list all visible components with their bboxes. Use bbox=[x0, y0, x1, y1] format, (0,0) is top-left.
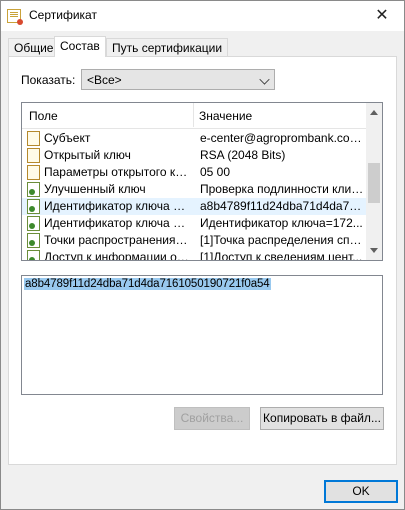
extension-field-icon bbox=[27, 250, 40, 260]
ok-button[interactable]: OK bbox=[324, 480, 398, 503]
extension-field-icon bbox=[27, 233, 40, 248]
list-row[interactable]: Доступ к информации о це... [1]Доступ к с… bbox=[22, 249, 366, 261]
list-row[interactable]: Открытый ключ RSA (2048 Bits) bbox=[22, 147, 366, 164]
row-field-value: [1]Точка распределения спи... bbox=[200, 233, 364, 247]
list-header: Поле Значение bbox=[22, 103, 366, 129]
row-field-name: Открытый ключ bbox=[44, 148, 131, 162]
list-row[interactable]: Точки распространения сп... [1]Точка расп… bbox=[22, 232, 366, 249]
certificate-field-icon bbox=[27, 165, 40, 180]
extension-field-icon bbox=[27, 199, 40, 214]
scroll-thumb[interactable] bbox=[368, 163, 380, 203]
list-row[interactable]: Параметры открытого кл... 05 00 bbox=[22, 164, 366, 181]
copy-to-file-button[interactable]: Копировать в файл... bbox=[260, 407, 384, 430]
tab-details[interactable]: Состав bbox=[54, 36, 106, 57]
row-field-name: Доступ к информации о це... bbox=[44, 250, 190, 261]
details-panel: Показать: <Все> Поле Значение Субъект e-c… bbox=[8, 56, 397, 465]
window-title: Сертификат bbox=[29, 8, 97, 22]
column-divider[interactable] bbox=[193, 103, 194, 127]
certificate-field-icon bbox=[27, 148, 40, 163]
tab-general[interactable]: Общие bbox=[8, 38, 60, 56]
close-icon[interactable]: ✕ bbox=[364, 2, 400, 30]
row-field-value: [1]Доступ к сведениям цент... bbox=[200, 250, 363, 261]
extension-field-icon bbox=[27, 216, 40, 231]
list-rows: Субъект e-center@agroprombank.com,... Откр… bbox=[22, 130, 366, 261]
fields-list[interactable]: Поле Значение Субъект e-center@agropromba… bbox=[21, 102, 383, 261]
row-field-value: Идентификатор ключа=172... bbox=[200, 216, 363, 230]
certificate-field-icon bbox=[27, 131, 40, 146]
field-value-text[interactable]: a8b4789f11d24dba71d4da7161050190721f0a54 bbox=[24, 278, 271, 290]
list-row[interactable]: Идентификатор ключа су... a8b4789f11d24db… bbox=[22, 198, 366, 215]
list-row[interactable]: Идентификатор ключа це... Идентификатор к… bbox=[22, 215, 366, 232]
column-header-field[interactable]: Поле bbox=[29, 109, 58, 123]
field-value-box[interactable]: a8b4789f11d24dba71d4da7161050190721f0a54 bbox=[21, 275, 383, 395]
scroll-up-icon[interactable] bbox=[370, 110, 378, 115]
extension-field-icon bbox=[27, 182, 40, 197]
row-field-value: Проверка подлинности клие... bbox=[200, 182, 364, 196]
row-field-name: Идентификатор ключа це... bbox=[44, 216, 190, 230]
row-field-value: 05 00 bbox=[200, 165, 231, 179]
list-scrollbar[interactable] bbox=[366, 103, 382, 260]
row-field-value: a8b4789f11d24dba71d4da71... bbox=[200, 199, 364, 213]
row-field-name: Параметры открытого кл... bbox=[44, 165, 190, 179]
row-field-name: Субъект bbox=[44, 131, 91, 145]
row-field-name: Точки распространения сп... bbox=[44, 233, 190, 247]
title-bar: Сертификат ✕ bbox=[1, 1, 404, 31]
chevron-down-icon bbox=[259, 74, 270, 85]
show-label: Показать: bbox=[21, 73, 76, 87]
row-field-value: e-center@agroprombank.com,... bbox=[200, 131, 364, 145]
list-row[interactable]: Улучшенный ключ Проверка подлинности клие… bbox=[22, 181, 366, 198]
row-field-name: Идентификатор ключа су... bbox=[44, 199, 190, 213]
column-header-value[interactable]: Значение bbox=[199, 109, 252, 123]
scroll-down-icon[interactable] bbox=[370, 248, 378, 253]
properties-button[interactable]: Свойства... bbox=[174, 407, 250, 430]
show-dropdown-value: <Все> bbox=[87, 73, 122, 87]
row-field-name: Улучшенный ключ bbox=[44, 182, 146, 196]
certificate-window: Сертификат ✕ Общие Состав Путь сертифика… bbox=[0, 0, 405, 510]
tab-certification-path[interactable]: Путь сертификации bbox=[106, 38, 229, 56]
show-dropdown[interactable]: <Все> bbox=[81, 69, 275, 90]
certificate-icon bbox=[7, 9, 23, 25]
list-row[interactable]: Субъект e-center@agroprombank.com,... bbox=[22, 130, 366, 147]
row-field-value: RSA (2048 Bits) bbox=[200, 148, 286, 162]
